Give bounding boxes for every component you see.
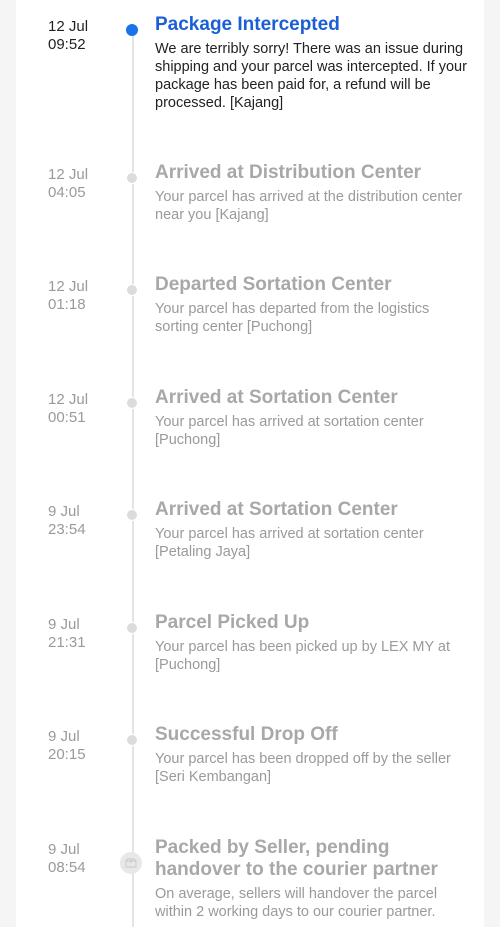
event-date: 12 Jul (48, 278, 89, 295)
dot-icon (126, 397, 138, 409)
event-date: 12 Jul (48, 166, 89, 183)
package-box-glyph (125, 858, 137, 868)
active-dot-icon (126, 24, 138, 36)
event-date: 9 Jul (48, 841, 80, 858)
event-content: Packed by Seller, pending handover to th… (155, 837, 470, 921)
event-date: 9 Jul (48, 616, 80, 633)
event-time: 21:31 (48, 634, 86, 651)
event-description: Your parcel has been dropped off by the … (155, 751, 451, 785)
event-content: Arrived at Sortation Center Your parcel … (155, 387, 470, 449)
event-title: Arrived at Sortation Center (155, 499, 398, 520)
event-timestamp: 12 Jul 01:18 (48, 278, 118, 314)
dot-icon (126, 509, 138, 521)
event-date: 12 Jul (48, 391, 89, 408)
event-content: Arrived at Distribution Center Your parc… (155, 162, 470, 224)
event-title: Package Intercepted (155, 14, 340, 35)
event-title: Departed Sortation Center (155, 274, 392, 295)
event-description: Your parcel has arrived at sortation cen… (155, 526, 424, 560)
event-date: 12 Jul (48, 18, 89, 35)
event-title: Packed by Seller, pending handover to th… (155, 837, 438, 880)
event-title: Arrived at Distribution Center (155, 162, 422, 183)
event-title: Parcel Picked Up (155, 612, 310, 633)
event-title: Arrived at Sortation Center (155, 387, 398, 408)
event-description: On average, sellers will handover the pa… (155, 886, 438, 920)
event-time: 23:54 (48, 521, 86, 538)
event-description: Your parcel has arrived at the distribut… (155, 189, 463, 223)
dot-icon (126, 734, 138, 746)
dot-icon (126, 622, 138, 634)
event-content: Package Intercepted We are terribly sorr… (155, 14, 470, 112)
event-timestamp: 9 Jul 21:31 (48, 616, 118, 652)
event-description: Your parcel has arrived at sortation cen… (155, 414, 424, 448)
event-date: 9 Jul (48, 503, 80, 520)
event-description: Your parcel has been picked up by LEX MY… (155, 639, 451, 673)
event-timestamp: 12 Jul 00:51 (48, 391, 118, 427)
event-description: We are terribly sorry! There was an issu… (155, 41, 467, 111)
event-time: 04:05 (48, 184, 86, 201)
dot-icon (126, 284, 138, 296)
event-time: 20:15 (48, 746, 86, 763)
event-timestamp: 9 Jul 08:54 (48, 841, 118, 877)
event-content: Successful Drop Off Your parcel has been… (155, 724, 470, 786)
event-timestamp: 12 Jul 09:52 (48, 18, 118, 54)
tracking-card: 12 Jul 09:52 Package Intercepted We are … (16, 0, 484, 927)
event-description: Your parcel has departed from the logist… (155, 301, 430, 335)
event-content: Departed Sortation Center Your parcel ha… (155, 274, 470, 336)
event-timestamp: 9 Jul 23:54 (48, 503, 118, 539)
event-content: Parcel Picked Up Your parcel has been pi… (155, 612, 470, 674)
package-box-icon (120, 852, 142, 874)
timeline-rail (132, 28, 134, 927)
dot-icon (126, 172, 138, 184)
tracking-timeline: 12 Jul 09:52 Package Intercepted We are … (16, 0, 484, 927)
event-title: Successful Drop Off (155, 724, 338, 745)
event-timestamp: 12 Jul 04:05 (48, 166, 118, 202)
event-timestamp: 9 Jul 20:15 (48, 728, 118, 764)
event-time: 09:52 (48, 36, 86, 53)
event-time: 08:54 (48, 859, 86, 876)
event-time: 01:18 (48, 296, 86, 313)
event-time: 00:51 (48, 409, 86, 426)
event-date: 9 Jul (48, 728, 80, 745)
event-content: Arrived at Sortation Center Your parcel … (155, 499, 470, 561)
